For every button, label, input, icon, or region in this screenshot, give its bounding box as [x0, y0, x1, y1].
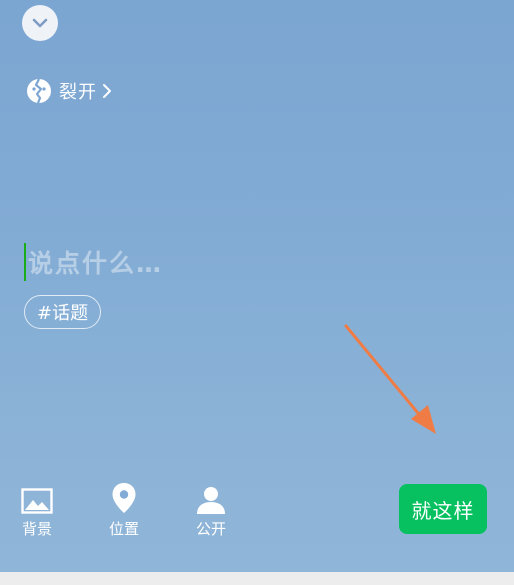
- location-pin-icon: [111, 483, 137, 514]
- submit-label: 就这样: [411, 498, 475, 523]
- visibility-button[interactable]: 公开: [186, 484, 236, 539]
- background-button[interactable]: 背景: [12, 484, 62, 539]
- background-label: 背景: [21, 520, 52, 538]
- bottom-strip: [0, 572, 514, 585]
- chevron-down-icon: [31, 14, 49, 33]
- location-label: 位置: [108, 520, 139, 538]
- topic-label: #话题: [37, 303, 89, 324]
- topic-button[interactable]: #话题: [24, 295, 102, 329]
- input-placeholder: 说点什么…: [28, 249, 164, 278]
- status-label: 裂开: [59, 82, 97, 103]
- visibility-label: 公开: [195, 520, 226, 538]
- cracked-face-icon: [26, 78, 52, 104]
- status-editor-screen: 裂开 说点什么… #话题 背景 位置 公开 就这样: [0, 0, 514, 585]
- person-icon: [196, 484, 226, 514]
- text-caret: [24, 243, 26, 281]
- submit-button[interactable]: 就这样: [399, 484, 487, 534]
- chevron-right-icon: [101, 82, 113, 100]
- status-selector[interactable]: 裂开: [26, 78, 113, 104]
- collapse-button[interactable]: [22, 5, 58, 41]
- status-text-input[interactable]: 说点什么…: [24, 242, 464, 282]
- location-button[interactable]: 位置: [99, 483, 149, 539]
- image-icon: [21, 484, 53, 514]
